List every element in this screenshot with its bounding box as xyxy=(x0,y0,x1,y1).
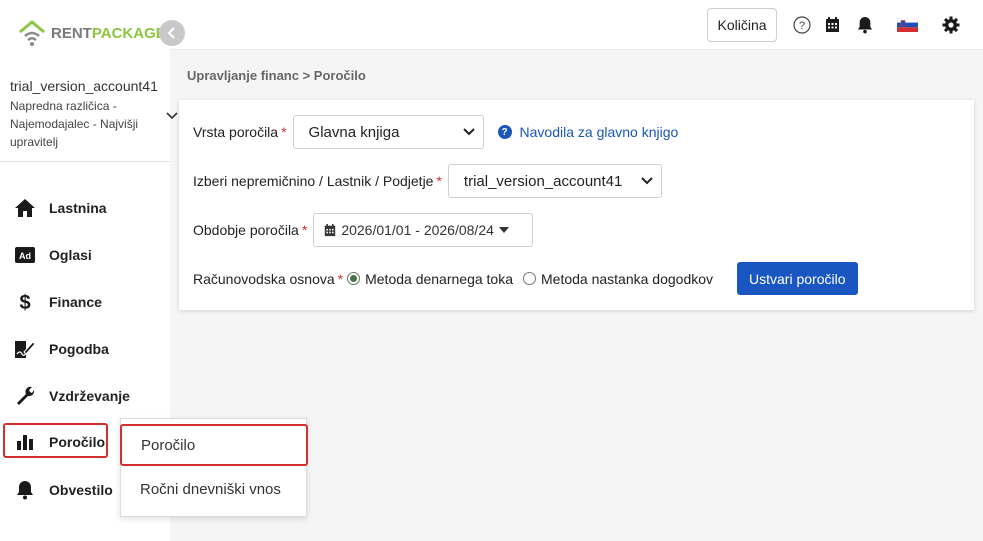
chevron-down-icon xyxy=(641,177,653,185)
radio-label: Metoda denarnega toka xyxy=(365,270,513,287)
radio-label: Metoda nastanka dogodkov xyxy=(541,270,714,287)
question-circle-icon: ? xyxy=(497,125,512,139)
radio-cash-method[interactable]: Metoda denarnega toka xyxy=(347,271,513,287)
property-select[interactable]: trial_version_account41 xyxy=(447,164,662,198)
svg-text:$: $ xyxy=(19,292,30,313)
submenu-item-manual-journal[interactable]: Ročni dnevniški vnos xyxy=(121,468,306,510)
create-report-button[interactable]: Ustvari poročilo xyxy=(737,262,858,295)
report-type-value: Glavna knjiga xyxy=(308,123,400,141)
sidebar-item-oglasi[interactable]: Ad Oglasi xyxy=(0,235,170,275)
submenu-item-porocilo[interactable]: Poročilo xyxy=(120,424,308,466)
chevron-down-icon[interactable] xyxy=(165,108,179,124)
report-type-select[interactable]: Glavna knjiga xyxy=(292,115,484,149)
property-value: trial_version_account41 xyxy=(463,172,623,190)
report-type-label: Vrsta poročila xyxy=(193,124,279,140)
brand-name-part1: RENT xyxy=(51,24,92,42)
dollar-icon: $ xyxy=(14,291,36,313)
sidebar-item-pogodba[interactable]: Pogodba xyxy=(0,329,170,369)
quantity-button[interactable]: Količina xyxy=(707,8,777,42)
gear-icon[interactable] xyxy=(941,15,961,35)
account-description: Napredna različica - Najemodajalec - Naj… xyxy=(10,99,139,149)
caret-down-icon xyxy=(498,227,509,233)
svg-text:?: ? xyxy=(799,20,805,32)
accounting-basis-row: Računovodska osnova * Metoda denarnega t… xyxy=(193,262,858,295)
sidebar-item-label: Lastnina xyxy=(49,200,107,216)
notification-bell-icon[interactable] xyxy=(855,15,875,35)
sidebar-divider xyxy=(0,161,170,162)
property-row: Izberi nepremičnino / Lastnik / Podjetje… xyxy=(193,164,662,198)
report-submenu: Poročilo Ročni dnevniški vnos xyxy=(120,418,308,517)
general-ledger-help-link[interactable]: ? Navodila za glavno knjigo xyxy=(497,124,679,140)
help-link-label: Navodila za glavno knjigo xyxy=(519,124,679,140)
brand-name-part2: PACKAGE xyxy=(91,24,166,42)
calendar-icon xyxy=(325,223,336,236)
period-label: Obdobje poročila xyxy=(193,222,299,238)
brand-logo[interactable]: RENTPACKAGE xyxy=(17,18,166,48)
sidebar-item-label: Obvestilo xyxy=(49,482,113,498)
radio-unchecked-icon[interactable] xyxy=(523,272,536,285)
sidebar-item-vzdrzevanje[interactable]: Vzdrževanje xyxy=(0,376,170,416)
account-switcher[interactable]: trial_version_account41 Napredna različi… xyxy=(10,78,160,151)
required-marker: * xyxy=(281,124,287,140)
required-marker: * xyxy=(436,173,442,189)
sidebar-item-lastnina[interactable]: Lastnina xyxy=(0,188,170,228)
logo-icon xyxy=(19,20,45,46)
date-range-value: 2026/01/01 - 2026/08/24 xyxy=(341,222,494,238)
breadcrumb: Upravljanje financ > Poročilo xyxy=(187,68,366,83)
bell-icon xyxy=(14,479,36,501)
sidebar-collapse-button[interactable] xyxy=(159,20,185,46)
bar-chart-icon xyxy=(14,431,36,453)
calendar-icon[interactable] xyxy=(822,15,842,35)
wrench-icon xyxy=(14,385,36,407)
report-form-card: Vrsta poročila * Glavna knjiga ? Navodil… xyxy=(179,100,974,310)
contract-icon xyxy=(14,338,36,360)
ad-icon: Ad xyxy=(14,244,36,266)
account-name: trial_version_account41 xyxy=(10,78,158,94)
home-icon xyxy=(14,197,36,219)
chevron-down-icon xyxy=(462,128,475,136)
report-type-row: Vrsta poročila * Glavna knjiga ? Navodil… xyxy=(193,115,678,149)
sidebar-item-label: Poročilo xyxy=(49,434,106,450)
date-range-picker[interactable]: 2026/01/01 - 2026/08/24 xyxy=(313,213,534,247)
topbar: Količina ? xyxy=(170,0,983,50)
required-marker: * xyxy=(301,222,308,238)
radio-checked-icon[interactable] xyxy=(347,272,361,285)
property-label: Izberi nepremičnino / Lastnik / Podjetje xyxy=(193,173,434,189)
accounting-basis-label: Računovodska osnova xyxy=(193,270,335,287)
sidebar-item-label: Oglasi xyxy=(49,247,92,263)
sidebar-item-finance[interactable]: $ Finance xyxy=(0,282,170,322)
sidebar-item-label: Vzdrževanje xyxy=(49,388,130,404)
help-icon[interactable]: ? xyxy=(792,15,812,35)
radio-accrual-method[interactable]: Metoda nastanka dogodkov xyxy=(523,271,713,287)
sidebar-item-label: Finance xyxy=(49,294,102,310)
flag-si-icon[interactable] xyxy=(896,15,918,35)
period-row: Obdobje poročila * 2026/01/01 - 2026/08/… xyxy=(193,213,534,247)
required-marker: * xyxy=(337,270,344,287)
chevron-left-icon xyxy=(167,27,175,39)
svg-text:Ad: Ad xyxy=(19,251,31,261)
sidebar-item-label: Pogodba xyxy=(49,341,109,357)
